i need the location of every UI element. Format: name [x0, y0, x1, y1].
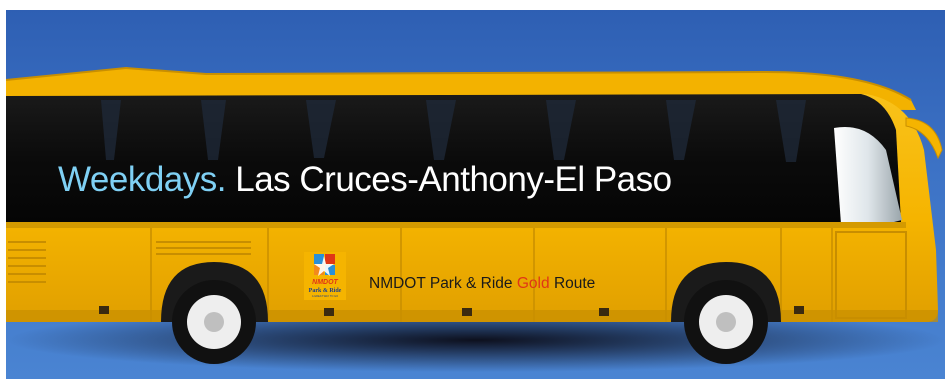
headline-lead: Weekdays. — [58, 160, 227, 199]
front-wheel — [684, 280, 768, 364]
rear-wheel — [172, 280, 256, 364]
svg-text:Park & Ride: Park & Ride — [309, 288, 342, 294]
headline-route: Las Cruces-Anthony-El Paso — [235, 160, 672, 199]
route-label-suffix: Route — [553, 275, 596, 292]
route-label-prefix: NMDOT Park & Ride — [369, 275, 513, 292]
route-label-gold: Gold — [516, 275, 550, 292]
svg-text:A GREAT WAY TO GO: A GREAT WAY TO GO — [312, 294, 338, 298]
svg-text:NMDOT: NMDOT — [312, 279, 338, 286]
nmdot-park-and-ride-logo: NMDOT Park & Ride A GREAT WAY TO GO — [304, 252, 346, 300]
bus-photo: Weekdays. Las Cruces-Anthony-El Paso NMD… — [6, 10, 945, 379]
headline: Weekdays. Las Cruces-Anthony-El Paso — [58, 158, 672, 202]
route-label: NMDOT Park & Ride Gold Route — [369, 273, 595, 295]
